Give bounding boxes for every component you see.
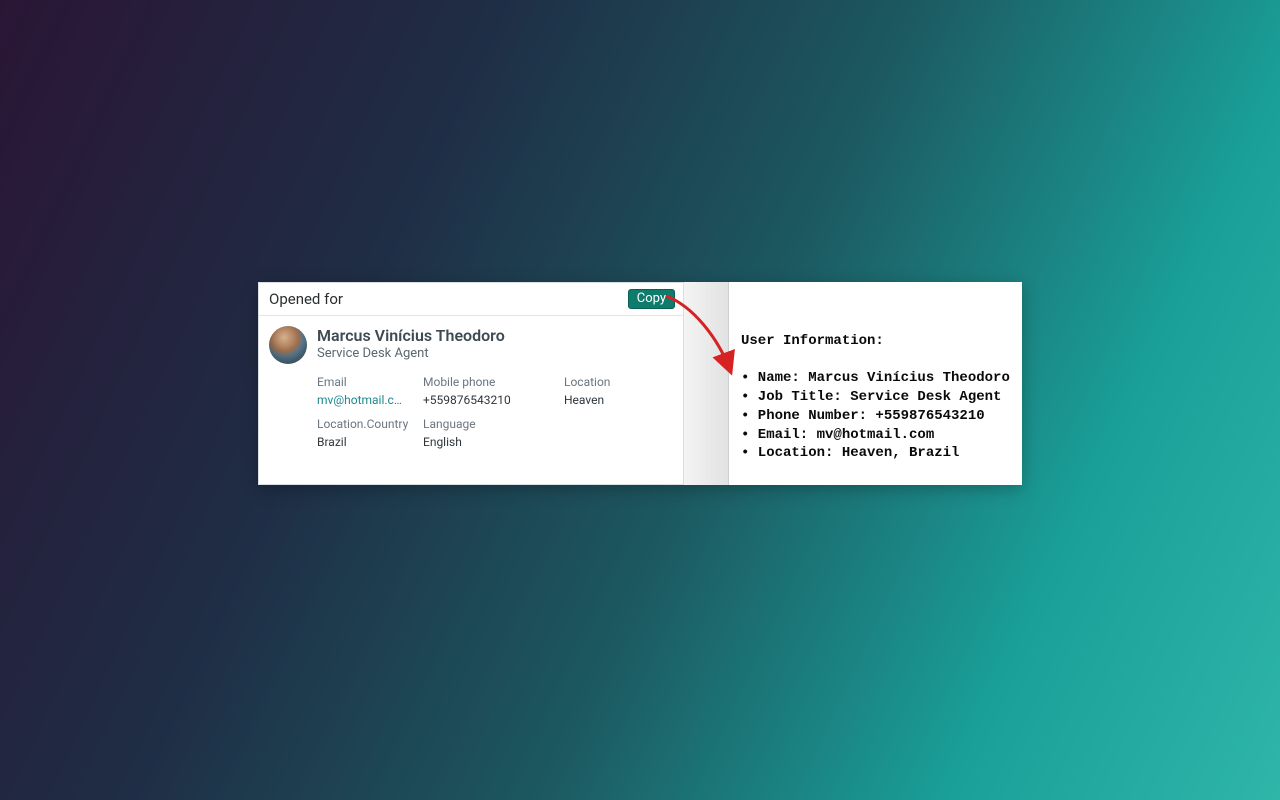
- mobile-value: +559876543210: [423, 392, 558, 408]
- output-line-job: • Job Title: Service Desk Agent: [741, 388, 1014, 407]
- avatar: [269, 326, 307, 364]
- email-label: Email: [317, 374, 417, 390]
- user-name: Marcus Vinícius Theodoro: [317, 326, 671, 345]
- demo-container: Opened for Copy Marcus Vinícius Theodoro…: [258, 282, 1022, 485]
- user-job-title: Service Desk Agent: [317, 346, 671, 361]
- divider-gap: [684, 282, 729, 485]
- mobile-label: Mobile phone: [423, 374, 558, 390]
- card-header: Opened for Copy: [259, 283, 683, 316]
- location-label: Location: [564, 374, 671, 390]
- country-value: Brazil: [317, 434, 417, 450]
- country-label: Location.Country: [317, 416, 417, 432]
- location-value: Heaven: [564, 392, 671, 408]
- language-label: Language: [423, 416, 558, 432]
- card-title: Opened for: [269, 290, 343, 308]
- output-line-location: • Location: Heaven, Brazil: [741, 444, 1014, 463]
- user-card: Opened for Copy Marcus Vinícius Theodoro…: [258, 282, 684, 485]
- copy-button[interactable]: Copy: [628, 289, 675, 309]
- output-line-email: • Email: mv@hotmail.com: [741, 426, 1014, 445]
- output-heading: User Information:: [741, 332, 1014, 351]
- output-panel: User Information: • Name: Marcus Viníciu…: [729, 282, 1022, 485]
- language-value: English: [423, 434, 558, 450]
- output-line-phone: • Phone Number: +559876543210: [741, 407, 1014, 426]
- output-line-name: • Name: Marcus Vinícius Theodoro: [741, 369, 1014, 388]
- user-info: Marcus Vinícius Theodoro Service Desk Ag…: [317, 326, 671, 450]
- card-body: Marcus Vinícius Theodoro Service Desk Ag…: [259, 316, 683, 464]
- details-grid: Email Mobile phone Location mv@hotmail.c…: [317, 374, 671, 450]
- email-value[interactable]: mv@hotmail.c…: [317, 392, 409, 408]
